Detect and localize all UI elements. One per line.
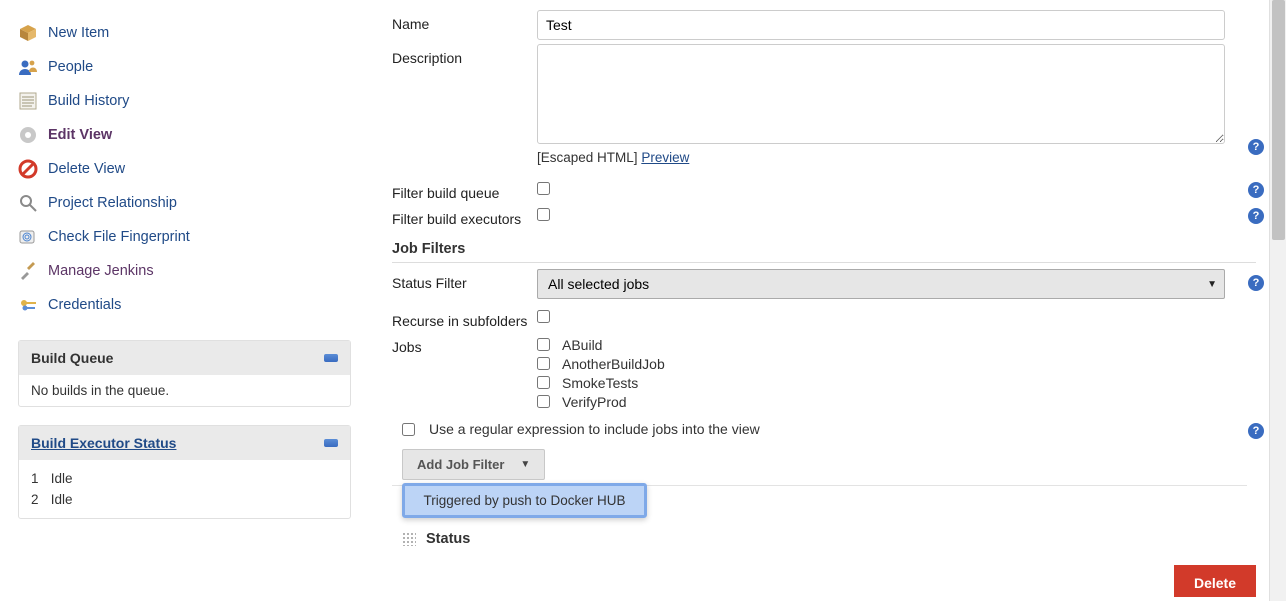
help-icon[interactable]: ? <box>1248 275 1264 291</box>
job-name: AnotherBuildJob <box>562 356 665 372</box>
name-input[interactable] <box>537 10 1225 40</box>
job-filters-title: Job Filters <box>392 231 1256 263</box>
preview-link[interactable]: Preview <box>641 150 689 165</box>
build-queue-empty: No builds in the queue. <box>19 375 350 406</box>
build-queue-title: Build Queue <box>31 350 113 366</box>
sidebar-item-project-relationship[interactable]: Project Relationship <box>18 186 354 220</box>
description-label: Description <box>392 44 537 66</box>
job-name: VerifyProd <box>562 394 627 410</box>
executor-row: 2 Idle <box>31 489 338 510</box>
sidebar-item-manage-jenkins[interactable]: Manage Jenkins <box>18 254 354 288</box>
main-form: Name Description [Escaped HTML] Preview … <box>372 0 1286 601</box>
recurse-label: Recurse in subfolders <box>392 307 537 329</box>
job-checkbox[interactable] <box>537 338 550 351</box>
chevron-down-icon: ▼ <box>520 459 530 470</box>
jobs-label: Jobs <box>392 333 537 355</box>
sidebar-item-delete-view[interactable]: Delete View <box>18 152 354 186</box>
job-checkbox[interactable] <box>537 395 550 408</box>
scrollbar[interactable] <box>1269 0 1286 601</box>
help-icon[interactable]: ? <box>1248 182 1264 198</box>
box-icon <box>18 23 38 43</box>
status-filter-label: Status Filter <box>392 269 537 291</box>
sidebar: New Item People Build History Edit View <box>0 0 372 601</box>
drag-handle-icon[interactable] <box>402 532 416 546</box>
fingerprint-icon <box>18 227 38 247</box>
sidebar-item-check-fingerprint[interactable]: Check File Fingerprint <box>18 220 354 254</box>
collapse-icon[interactable] <box>324 439 338 447</box>
build-queue-panel: Build Queue No builds in the queue. <box>18 340 351 407</box>
help-icon[interactable]: ? <box>1248 139 1264 155</box>
filter-executors-label: Filter build executors <box>392 205 537 227</box>
job-name: ABuild <box>562 337 602 353</box>
collapse-icon[interactable] <box>324 354 338 362</box>
executor-row: 1 Idle <box>31 468 338 489</box>
job-name: SmokeTests <box>562 375 638 391</box>
status-label: Status <box>426 531 470 547</box>
executor-status-panel: Build Executor Status 1 Idle 2 Idle <box>18 425 351 519</box>
gear-icon <box>18 125 38 145</box>
filter-queue-label: Filter build queue <box>392 179 537 201</box>
job-checkbox[interactable] <box>537 376 550 389</box>
sidebar-item-credentials[interactable]: Credentials <box>18 288 354 322</box>
sidebar-item-edit-view[interactable]: Edit View <box>18 118 354 152</box>
tools-icon <box>18 261 38 281</box>
delete-button[interactable]: Delete <box>1174 565 1256 597</box>
escaped-html-hint: [Escaped HTML] <box>537 150 638 165</box>
status-filter-select[interactable]: All selected jobs <box>537 269 1225 299</box>
dropdown-item-docker-hub-push[interactable]: Triggered by push to Docker HUB <box>404 485 645 516</box>
help-icon[interactable]: ? <box>1248 423 1264 439</box>
executor-status-title[interactable]: Build Executor Status <box>31 435 176 451</box>
sidebar-item-new-item[interactable]: New Item <box>18 16 354 50</box>
name-label: Name <box>392 10 537 32</box>
regex-checkbox[interactable] <box>402 423 415 436</box>
scrollbar-thumb[interactable] <box>1272 0 1285 240</box>
sidebar-item-build-history[interactable]: Build History <box>18 84 354 118</box>
add-job-filter-dropdown: Triggered by push to Docker HUB <box>402 483 647 518</box>
help-icon[interactable]: ? <box>1248 208 1264 224</box>
job-checkbox[interactable] <box>537 357 550 370</box>
search-icon <box>18 193 38 213</box>
filter-executors-checkbox[interactable] <box>537 208 550 221</box>
people-icon <box>18 57 38 77</box>
keys-icon <box>18 295 38 315</box>
regex-label: Use a regular expression to include jobs… <box>429 421 760 437</box>
filter-queue-checkbox[interactable] <box>537 182 550 195</box>
description-input[interactable] <box>537 44 1225 144</box>
add-job-filter-button[interactable]: Add Job Filter ▼ <box>402 449 545 480</box>
sidebar-item-people[interactable]: People <box>18 50 354 84</box>
recurse-checkbox[interactable] <box>537 310 550 323</box>
history-icon <box>18 91 38 111</box>
no-entry-icon <box>18 159 38 179</box>
